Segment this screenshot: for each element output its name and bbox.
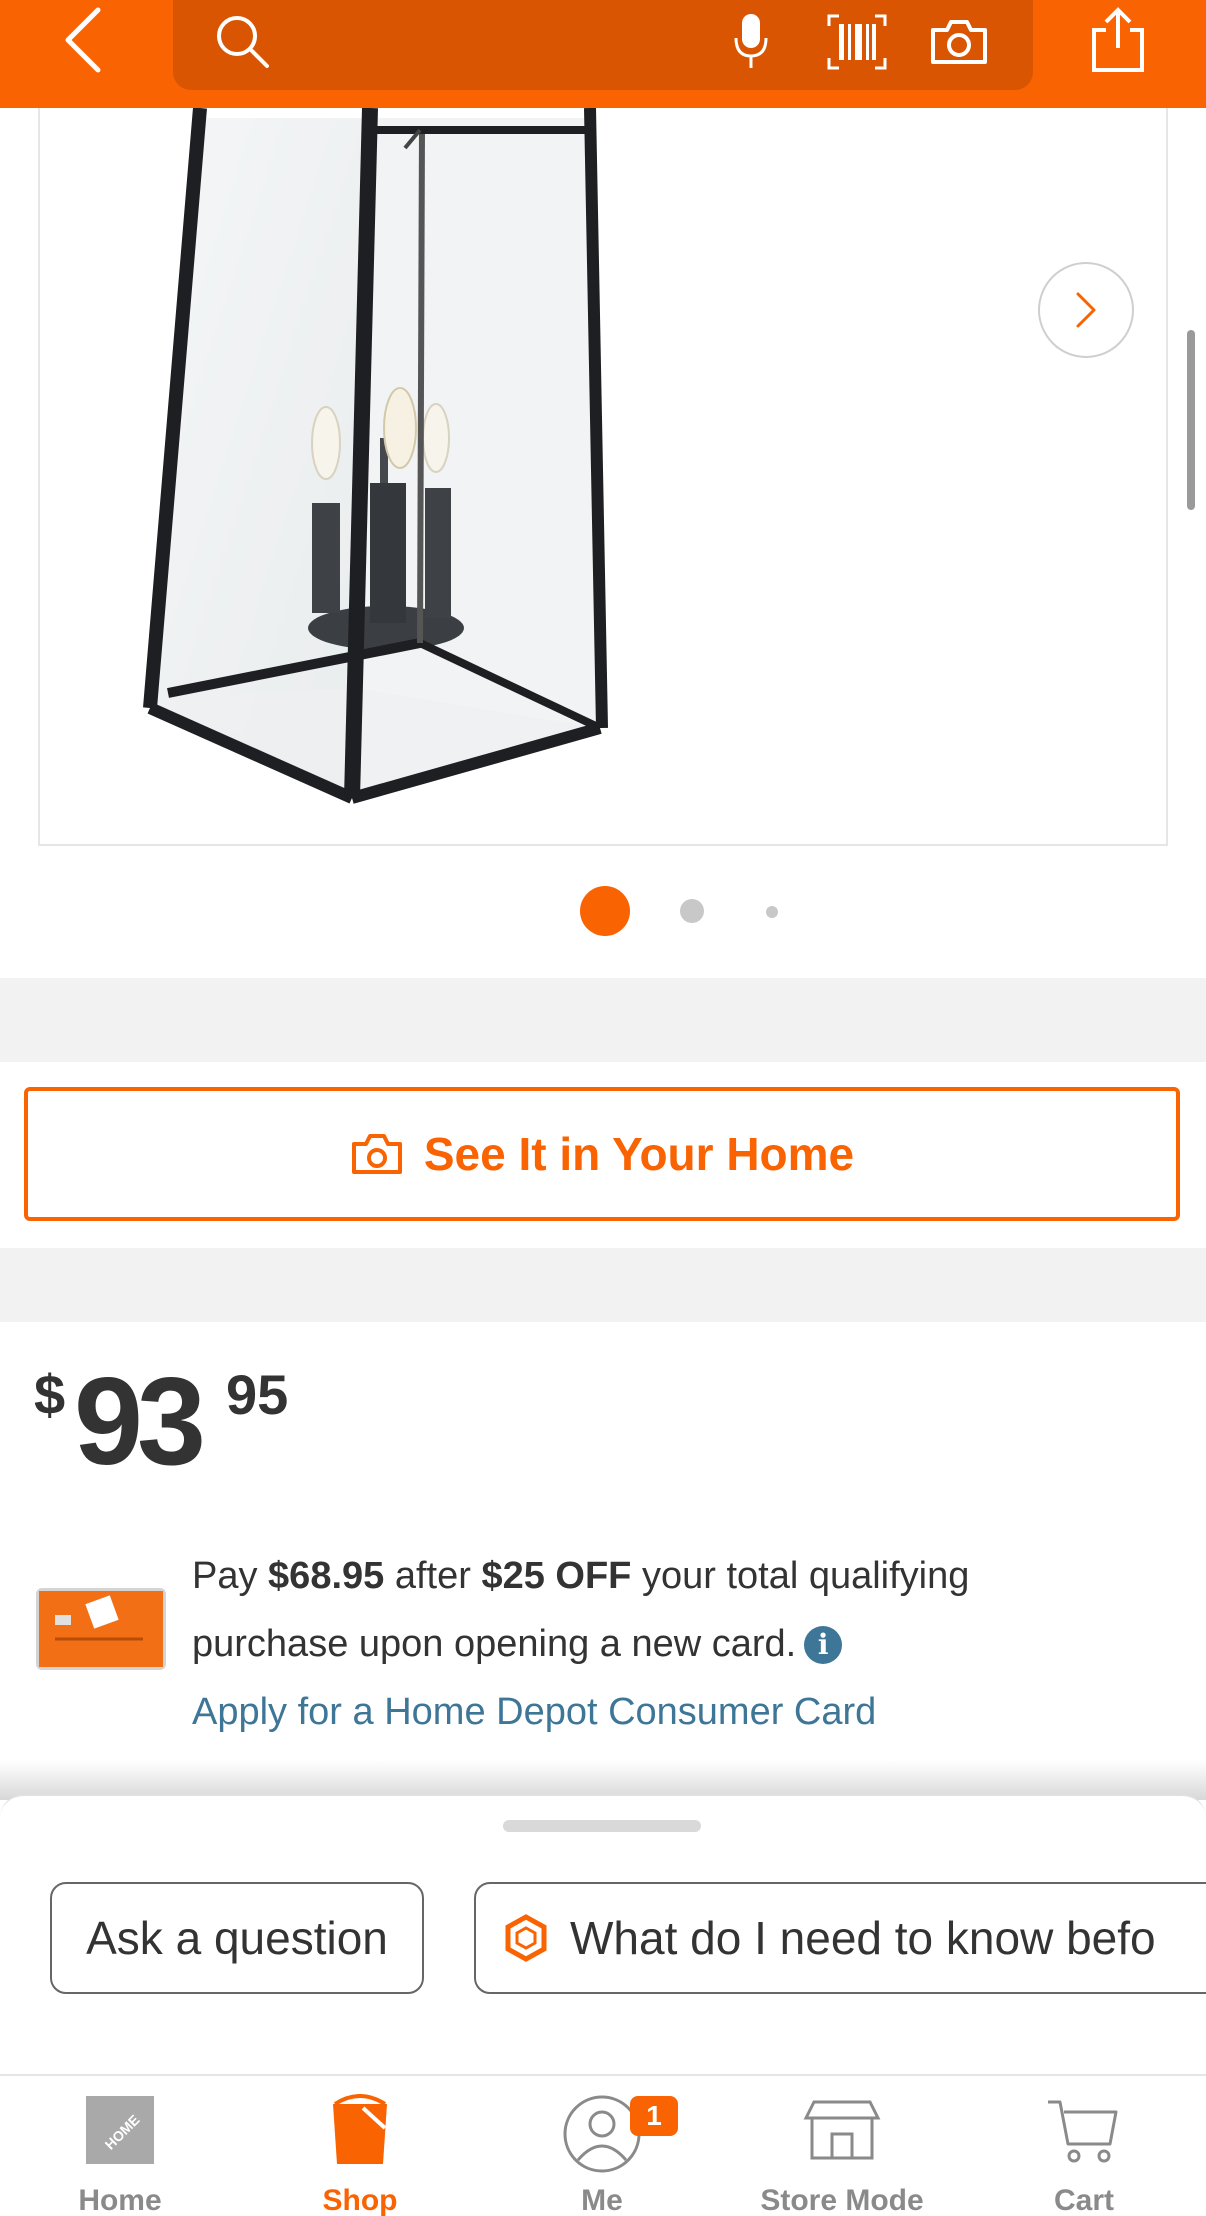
next-image-button[interactable] [1038,262,1134,358]
search-icon [217,16,269,68]
shop-bucket-icon [333,2094,387,2164]
nav-store-mode[interactable]: Store Mode [742,2076,942,2216]
share-button[interactable] [1088,4,1148,76]
offer-text: after [394,1555,471,1597]
share-icon [1092,7,1144,72]
credit-card-image [36,1588,166,1670]
nav-me-label: Me [581,2184,623,2216]
chevron-left-icon [65,7,101,73]
ar-camera-icon [351,1134,402,1174]
product-image[interactable] [38,108,1168,846]
price-currency: $ [34,1363,66,1426]
offer-text: your total qualifying [641,1555,970,1597]
nav-store-mode-label: Store Mode [760,2184,924,2216]
section-divider [0,978,1206,1062]
notification-badge: 1 [630,2096,678,2136]
nav-home[interactable]: HOME Home [20,2076,220,2216]
assistant-bottom-sheet: Ask a question What do I need to know be… [0,1794,1206,2074]
suggested-question-label: What do I need to know befo [570,1912,1156,1964]
offer-text: Pay [192,1555,258,1597]
credit-card-offer: Pay $68.95 after $25 OFF your total qual… [192,1542,1172,1746]
ask-question-button[interactable]: Ask a question [50,1882,424,1994]
nav-home-label: Home [78,2184,162,2216]
see-it-in-your-home-button[interactable]: See It in Your Home [24,1087,1180,1221]
nav-shop-label: Shop [322,2184,398,2216]
top-bar [0,0,1206,108]
cart-icon [1048,2100,1118,2163]
price-whole: 93 [74,1353,206,1491]
nav-cart-label: Cart [1053,2184,1114,2216]
image-pagination [0,886,1206,936]
lantern-pendant-image [143,108,608,804]
store-icon [803,2100,881,2160]
back-button[interactable] [48,0,118,80]
offer-discount: $25 OFF [481,1555,632,1597]
scrollbar[interactable] [1187,330,1195,510]
pagination-dot[interactable] [766,906,778,918]
ai-hexagon-icon [505,1914,547,1962]
apply-card-link[interactable]: Apply for a Home Depot Consumer Card [192,1691,876,1733]
nav-shop[interactable]: Shop [260,2076,460,2216]
camera-icon[interactable] [929,16,989,68]
barcode-icon[interactable] [825,12,889,72]
nav-me[interactable]: 1 Me [502,2076,702,2216]
home-depot-logo-icon: HOME [86,2096,154,2164]
offer-pay-amount: $68.95 [268,1555,385,1597]
bottom-navigation: HOME Home Shop 1 Me Store Mode Cart [0,2074,1206,2216]
pagination-dot[interactable] [680,899,704,923]
product-image-gallery [0,108,1206,978]
see-it-label: See It in Your Home [423,1128,855,1180]
chevron-right-icon [1076,292,1096,328]
home-depot-card-icon [39,1591,163,1667]
suggested-question-chip[interactable]: What do I need to know befo [474,1882,1206,1994]
price-cents: 95 [226,1363,289,1426]
search-input[interactable] [173,0,1033,90]
info-icon[interactable]: i [804,1626,843,1664]
microphone-icon[interactable] [733,10,769,74]
sheet-drag-handle[interactable] [503,1820,701,1832]
pagination-dot-active[interactable] [580,886,630,936]
section-divider [0,1248,1206,1322]
offer-text: purchase upon opening a new card. [192,1623,797,1665]
ask-question-label: Ask a question [86,1912,388,1964]
nav-cart[interactable]: Cart [984,2076,1184,2216]
